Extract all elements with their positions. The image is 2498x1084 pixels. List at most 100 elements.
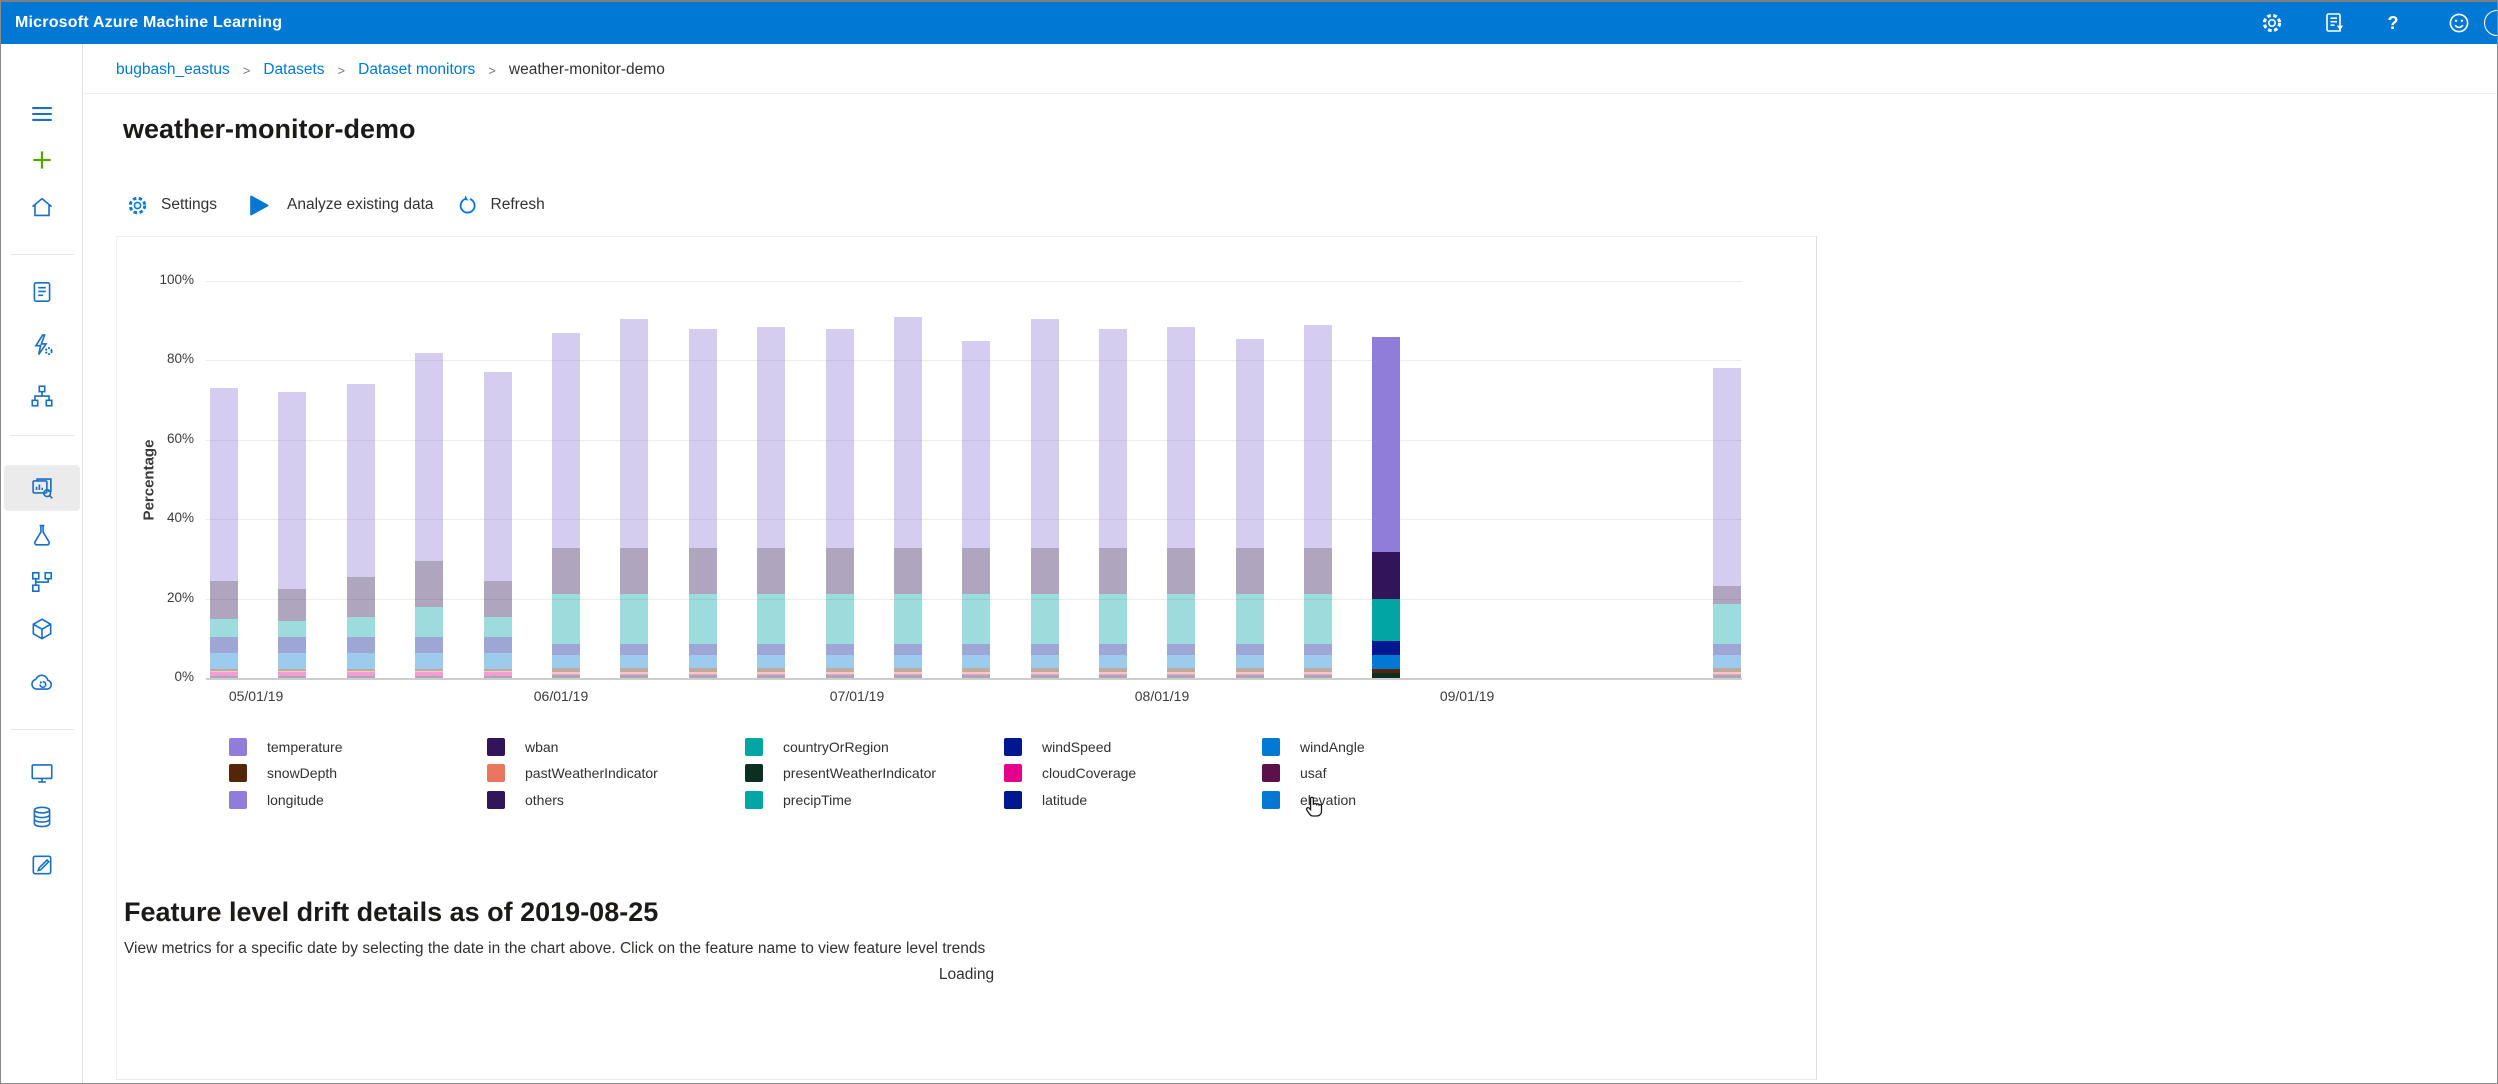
legend-item-pastWeatherIndicator[interactable]: pastWeatherIndicator	[487, 764, 658, 782]
gridline	[206, 678, 1742, 680]
help-icon[interactable]: ?	[2381, 11, 2405, 35]
chart-bar[interactable]	[415, 281, 443, 678]
bar-segment-presentWeatherIndicator	[1236, 676, 1264, 678]
bar-segment-snowDepth	[619, 668, 648, 672]
play-icon	[246, 193, 271, 218]
models-icon[interactable]	[1, 606, 83, 652]
endpoints-icon[interactable]	[1, 659, 83, 705]
bar-segment-windAngle	[278, 653, 306, 670]
bar-segment-countryOrRegion	[278, 620, 306, 637]
legend-swatch-icon	[487, 764, 505, 782]
monitor-card: Percentage 100% 80% 60% 40% 20% 0% 05/01/19 06/…	[116, 236, 1817, 1080]
notebooks-icon[interactable]	[1, 269, 83, 315]
bar-segment-windSpeed	[347, 636, 375, 654]
bar-segment-presentWeatherIndicator	[689, 676, 717, 678]
data-labeling-icon[interactable]	[1, 842, 83, 888]
bar-segment-cloudCoverage	[1031, 673, 1059, 675]
legend-swatch-icon	[1004, 764, 1022, 782]
menu-hamburger-icon[interactable]	[1, 91, 83, 137]
bar-segment-cloudCoverage	[1304, 673, 1333, 675]
settings-button[interactable]: Settings	[126, 194, 217, 217]
bar-segment-presentWeatherIndicator	[552, 676, 580, 678]
chart-bar[interactable]	[1304, 281, 1333, 678]
refresh-button[interactable]: Refresh	[456, 194, 545, 217]
breadcrumb-item-Datasets[interactable]: Datasets	[263, 61, 324, 79]
plot-area: Percentage 100% 80% 60% 40% 20% 0% 05/01/19 06/…	[141, 272, 1742, 704]
bar-segment-windAngle	[1031, 655, 1059, 669]
bar-segment-windSpeed	[1167, 643, 1196, 656]
breadcrumb-item-Dataset monitors[interactable]: Dataset monitors	[358, 61, 475, 79]
bar-segment-presentWeatherIndicator	[1372, 673, 1400, 678]
bar-segment-cloudCoverage	[962, 673, 990, 675]
pipelines-icon[interactable]	[1, 559, 83, 605]
legend-item-wban[interactable]: wban	[487, 738, 558, 756]
drift-details-heading: Feature level drift details as of 2019-0…	[124, 897, 659, 927]
legend-item-temperature[interactable]: temperature	[229, 738, 342, 756]
chart-bar[interactable]	[1236, 281, 1264, 678]
bar-segment-countryOrRegion	[1099, 593, 1127, 644]
chart-bar-selected[interactable]	[1372, 281, 1400, 678]
bar-segment-snowDepth	[689, 668, 717, 672]
chart-bar[interactable]	[1167, 281, 1196, 678]
chart-bar[interactable]	[962, 281, 990, 678]
legend-item-others[interactable]: others	[487, 791, 564, 809]
legend-item-usaf[interactable]: usaf	[1262, 764, 1326, 782]
activity-log-icon[interactable]	[2323, 11, 2347, 35]
legend-item-windAngle[interactable]: windAngle	[1262, 738, 1365, 756]
bar-segment-temperature	[756, 326, 785, 549]
bar-segment-pastWeatherIndicator	[1031, 672, 1059, 674]
automated-ml-icon[interactable]	[1, 322, 83, 368]
analyze-existing-data-button[interactable]: Analyze existing data	[246, 193, 434, 218]
y-tick-label: 20%	[166, 590, 194, 605]
legend-item-windSpeed[interactable]: windSpeed	[1004, 738, 1111, 756]
bar-segment-wban	[347, 577, 375, 617]
datastores-icon[interactable]	[1, 794, 83, 840]
experiments-icon[interactable]	[1, 512, 83, 558]
designer-icon[interactable]	[1, 373, 83, 419]
legend-item-longitude[interactable]: longitude	[229, 791, 324, 809]
chart-bar[interactable]	[1099, 281, 1127, 678]
legend-swatch-icon	[1262, 764, 1280, 782]
legend-item-countryOrRegion[interactable]: countryOrRegion	[745, 738, 889, 756]
sidebar-divider	[10, 435, 74, 436]
legend-item-presentWeatherIndicator[interactable]: presentWeatherIndicator	[745, 764, 936, 782]
legend-item-precipTime[interactable]: precipTime	[745, 791, 852, 809]
new-plus-icon[interactable]	[1, 137, 83, 183]
chart-bar[interactable]	[689, 281, 717, 678]
chart-bar[interactable]	[210, 281, 238, 678]
breadcrumb-item-bugbash_eastus[interactable]: bugbash_eastus	[116, 61, 230, 79]
legend-item-snowDepth[interactable]: snowDepth	[229, 764, 337, 782]
compute-icon[interactable]	[1, 750, 83, 796]
chart-bar[interactable]	[756, 281, 785, 678]
chart-bar[interactable]	[278, 281, 306, 678]
home-icon[interactable]	[1, 184, 83, 230]
chart-bar[interactable]	[894, 281, 922, 678]
datasets-icon[interactable]	[1, 465, 83, 511]
chart-bar[interactable]	[1712, 281, 1741, 678]
legend-swatch-icon	[1262, 791, 1280, 809]
feedback-smiley-icon[interactable]	[2447, 11, 2471, 35]
bar-segment-countryOrRegion	[894, 593, 922, 644]
bar-segment-others	[962, 674, 990, 677]
bar-segment-windAngle	[1167, 655, 1196, 669]
legend-item-cloudCoverage[interactable]: cloudCoverage	[1004, 764, 1136, 782]
bar-segment-snowDepth	[1167, 668, 1196, 672]
chart-bar[interactable]	[484, 281, 512, 678]
legend-label: snowDepth	[267, 765, 338, 781]
legend-item-latitude[interactable]: latitude	[1004, 791, 1087, 809]
bar-segment-temperature	[1712, 368, 1741, 586]
chart-bar[interactable]	[347, 281, 375, 678]
bar-segment-windSpeed	[278, 636, 306, 654]
bar-segment-others	[210, 676, 238, 678]
bar-segment-others	[552, 674, 580, 677]
left-nav	[1, 44, 83, 1083]
settings-icon[interactable]	[2260, 11, 2284, 35]
chart-bar[interactable]	[826, 281, 855, 678]
bar-segment-wban	[484, 581, 512, 617]
chart-bar[interactable]	[552, 281, 580, 678]
bar-segment-windSpeed	[552, 643, 580, 656]
account-avatar[interactable]	[2484, 10, 2497, 36]
chart-bar[interactable]	[619, 281, 648, 678]
chart-bar[interactable]	[1031, 281, 1059, 678]
refresh-icon	[456, 194, 479, 217]
